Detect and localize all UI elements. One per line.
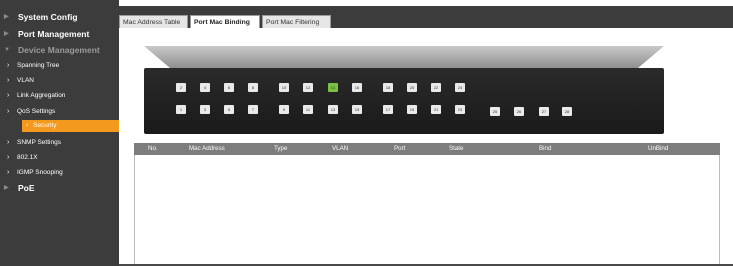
chevron-right-icon: › (26, 122, 29, 129)
table-body (134, 155, 720, 266)
sidebar-item-system-config[interactable]: ▶ System Config (0, 10, 119, 25)
chevron-right-icon: › (7, 154, 10, 161)
port-28[interactable]: 28 (562, 107, 572, 116)
port-2[interactable]: 2 (176, 83, 186, 92)
chevron-right-icon: › (7, 108, 10, 115)
collapsed-arrow-icon: ▶ (4, 14, 9, 20)
port-8[interactable]: 8 (248, 83, 258, 92)
sidebar-subitem-8021x[interactable]: › 802.1X (0, 152, 119, 164)
col-header-no: No. (148, 145, 158, 152)
sidebar-subitem-label: Security (33, 122, 57, 129)
chevron-right-icon: › (7, 139, 10, 146)
collapsed-arrow-icon: ▶ (4, 31, 9, 37)
sidebar-item-label: PoE (18, 183, 35, 193)
port-23[interactable]: 23 (455, 105, 465, 114)
tab-mac-address-table[interactable]: Mac Address Table (119, 15, 188, 28)
chevron-right-icon: › (7, 169, 10, 176)
port-21[interactable]: 21 (431, 105, 441, 114)
col-header-state: State (449, 145, 464, 152)
port-4[interactable]: 4 (200, 83, 210, 92)
port-10[interactable]: 10 (279, 83, 289, 92)
port-17[interactable]: 17 (383, 105, 393, 114)
port-20[interactable]: 20 (407, 83, 417, 92)
sidebar-subitem-label: QoS Settings (17, 108, 56, 115)
sidebar-item-poe[interactable]: ▶ PoE (0, 181, 119, 196)
sidebar-subitem-qos-settings[interactable]: › QoS Settings (0, 106, 119, 118)
switch-top-bevel (144, 46, 664, 68)
port-24[interactable]: 24 (455, 83, 465, 92)
sidebar-subitem-label: Spanning Tree (17, 62, 60, 69)
port-15[interactable]: 15 (352, 105, 362, 114)
port-16[interactable]: 16 (352, 83, 362, 92)
port-25[interactable]: 25 (490, 107, 500, 116)
sidebar-subitem-label: VLAN (17, 77, 34, 84)
sidebar: ▶ System Config ▶ Port Management ▼ Devi… (0, 0, 119, 266)
sidebar-subitem-spanning-tree[interactable]: › Spanning Tree (0, 60, 119, 72)
sidebar-subitem-label: Link Aggregation (17, 92, 66, 99)
port-5[interactable]: 5 (224, 105, 234, 114)
sidebar-item-label: Port Management (18, 29, 90, 39)
tab-bar: Mac Address Table Port Mac Binding Port … (119, 6, 733, 28)
port-13[interactable]: 13 (328, 105, 338, 114)
sidebar-subitem-label: SNMP Settings (17, 139, 61, 146)
switch-front-panel: 2 4 6 8 10 12 14 16 18 20 22 24 1 3 5 7 9 11 13 15 17 19 21 23 2… (144, 46, 664, 134)
table-header: No. Mac Address Type VLAN Port State Bin… (134, 143, 720, 155)
switch-face (144, 68, 664, 134)
col-header-unbind: UnBind (648, 145, 669, 152)
port-26[interactable]: 26 (514, 107, 524, 116)
port-6[interactable]: 6 (224, 83, 234, 92)
collapsed-arrow-icon: ▶ (4, 185, 9, 191)
port-12[interactable]: 12 (303, 83, 313, 92)
sidebar-item-port-management[interactable]: ▶ Port Management (0, 27, 119, 42)
port-3[interactable]: 3 (200, 105, 210, 114)
port-27[interactable]: 27 (539, 107, 549, 116)
chevron-right-icon: › (7, 77, 10, 84)
sidebar-subitem-vlan[interactable]: › VLAN (0, 75, 119, 87)
sidebar-subitem-security[interactable]: › Security (22, 120, 119, 132)
tab-port-mac-binding[interactable]: Port Mac Binding (190, 15, 260, 28)
port-11[interactable]: 11 (303, 105, 313, 114)
sidebar-subitem-link-aggregation[interactable]: › Link Aggregation (0, 90, 119, 102)
port-18[interactable]: 18 (383, 83, 393, 92)
sidebar-subitem-label: IGMP Snooping (17, 169, 63, 176)
col-header-vlan: VLAN (332, 145, 349, 152)
chevron-right-icon: › (7, 62, 10, 69)
sidebar-item-device-management[interactable]: ▼ Device Management (0, 43, 119, 58)
sidebar-subitem-label: 802.1X (17, 154, 38, 161)
sidebar-item-label: Device Management (18, 45, 100, 55)
col-header-type: Type (274, 145, 288, 152)
sidebar-subitem-snmp-settings[interactable]: › SNMP Settings (0, 137, 119, 149)
col-header-port: Port (394, 145, 406, 152)
col-header-mac-address: Mac Address (189, 145, 225, 152)
sidebar-item-label: System Config (18, 12, 78, 22)
col-header-bind: Bind (539, 145, 552, 152)
port-1[interactable]: 1 (176, 105, 186, 114)
port-14[interactable]: 14 (328, 83, 338, 92)
sidebar-subitem-igmp-snooping[interactable]: › IGMP Snooping (0, 167, 119, 179)
chevron-right-icon: › (7, 92, 10, 99)
port-7[interactable]: 7 (248, 105, 258, 114)
expanded-arrow-icon: ▼ (4, 47, 10, 53)
port-19[interactable]: 19 (407, 105, 417, 114)
tab-port-mac-filtering[interactable]: Port Mac Filtering (262, 15, 331, 28)
port-9[interactable]: 9 (279, 105, 289, 114)
port-22[interactable]: 22 (431, 83, 441, 92)
